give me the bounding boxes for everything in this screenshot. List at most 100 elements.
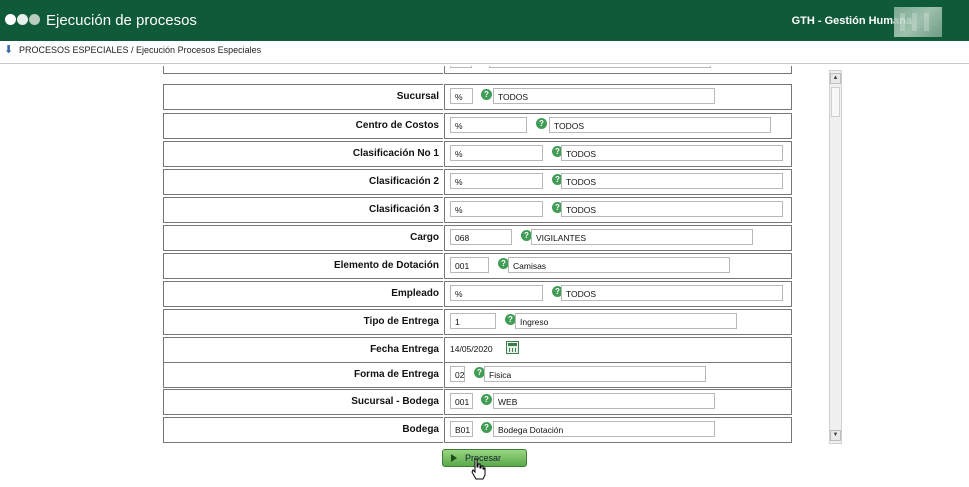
form-row: Bodega B01? Bodega Dotación <box>163 417 793 443</box>
code-input[interactable]: 001 <box>450 393 473 409</box>
field-value-cell: %? TODOS <box>444 113 792 139</box>
app-header: Ejecución de procesos GTH - Gestión Huma… <box>0 0 969 41</box>
field-value-cell: %? TODOS <box>444 169 792 195</box>
help-icon[interactable]: ? <box>481 422 492 433</box>
field-label: Bodega <box>402 424 439 435</box>
field-value-cell: B01? Bodega Dotación <box>444 417 792 443</box>
field-value-cell: %? TODOS <box>444 84 792 110</box>
help-icon[interactable]: ? <box>536 118 547 129</box>
help-icon[interactable]: ? <box>481 394 492 405</box>
field-label: Tipo de Entrega <box>363 316 439 327</box>
form-row: Cargo 068? VIGILANTES <box>163 225 793 251</box>
code-input[interactable]: 068 <box>450 229 512 245</box>
help-icon[interactable]: ? <box>481 89 492 100</box>
code-input[interactable]: % <box>450 201 543 217</box>
play-icon <box>451 454 457 462</box>
field-value-cell: 001? WEB <box>444 389 792 415</box>
field-label-cell: Fecha Entrega <box>163 337 443 363</box>
field-value-cell: 02? Fisica <box>444 362 792 388</box>
description-input[interactable]: Fisica <box>484 366 706 382</box>
description-input[interactable]: Ingreso <box>515 313 737 329</box>
code-input[interactable]: 001 <box>450 257 489 273</box>
scroll-down-icon[interactable]: ▼ <box>830 430 841 441</box>
scroll-up-icon[interactable]: ▲ <box>830 73 841 84</box>
field-label-cell: Clasificación No 1 <box>163 141 443 167</box>
form-row: Clasificación 2 %? TODOS <box>163 169 793 195</box>
process-form: Sucursal%? TODOS Centro de Costos%? TODOS Cl… <box>163 66 793 444</box>
code-input[interactable]: 1 <box>450 313 496 329</box>
field-label: Forma de Entrega <box>353 369 439 380</box>
description-input[interactable]: TODOS <box>561 145 783 161</box>
scrollbar-thumb[interactable] <box>831 87 840 117</box>
description-input[interactable]: TODOS <box>561 201 783 217</box>
window-dots <box>5 14 41 28</box>
field-label-cell: Tipo de Entrega <box>163 309 443 335</box>
field-value-cell: 1? Ingreso <box>444 309 792 335</box>
field-label-cell: Clasificación 3 <box>163 197 443 223</box>
field-label: Sucursal - Bodega <box>351 396 439 407</box>
code-input[interactable]: % <box>450 117 527 133</box>
description-input[interactable]: Camisas <box>508 257 730 273</box>
field-label-cell: Sucursal <box>163 84 443 110</box>
description-input[interactable]: TODOS <box>549 117 771 133</box>
date-input[interactable]: 14/05/2020 <box>450 344 493 354</box>
field-label: Clasificación 2 <box>368 176 439 187</box>
form-row: Clasificación No 1 %? TODOS <box>163 141 793 167</box>
form-row: Elemento de Dotación 001? Camisas <box>163 253 793 279</box>
description-input[interactable]: WEB <box>493 393 715 409</box>
field-label: Clasificación No 1 <box>352 148 439 159</box>
field-label-cell: Cargo <box>163 225 443 251</box>
hand-cursor-icon <box>471 458 486 480</box>
form-row: Empleado %? TODOS <box>163 281 793 307</box>
field-label: Sucursal <box>396 91 439 102</box>
form-row: Sucursal%? TODOS <box>163 84 793 110</box>
description-input[interactable]: TODOS <box>493 88 715 104</box>
field-label: Clasificación 3 <box>368 204 439 215</box>
field-label: Fecha Entrega <box>370 344 439 355</box>
form-row: Tipo de Entrega 1? Ingreso <box>163 309 793 335</box>
breadcrumb: ⬇ PROCESOS ESPECIALES / Ejecución Proces… <box>0 41 969 64</box>
form-row: Centro de Costos%? TODOS <box>163 113 793 139</box>
form-row-hidden <box>163 66 793 74</box>
dot-icon <box>29 14 40 25</box>
form-row: Forma de Entrega 02? Fisica <box>163 362 793 388</box>
dot-icon <box>5 14 16 25</box>
code-input[interactable]: % <box>450 88 473 104</box>
code-input[interactable]: % <box>450 285 543 301</box>
field-value-cell: 001? Camisas <box>444 253 792 279</box>
form-row: Sucursal - Bodega 001? WEB <box>163 389 793 415</box>
description-input[interactable]: VIGILANTES <box>531 229 753 245</box>
code-input[interactable]: % <box>450 173 543 189</box>
scrollbar[interactable]: ▲ ▼ <box>829 70 842 444</box>
field-label: Empleado <box>391 288 439 299</box>
field-label-cell: Sucursal - Bodega <box>163 389 443 415</box>
code-input[interactable]: B01 <box>450 421 473 437</box>
calendar-icon[interactable] <box>506 341 519 354</box>
field-label-cell: Forma de Entrega <box>163 362 443 388</box>
field-value-cell: %? TODOS <box>444 141 792 167</box>
field-value-cell: %? TODOS <box>444 281 792 307</box>
breadcrumb-text: PROCESOS ESPECIALES / Ejecución Procesos… <box>19 45 262 55</box>
dot-icon <box>17 14 28 25</box>
field-label-cell: Empleado <box>163 281 443 307</box>
brand-logo <box>894 7 942 37</box>
field-label-cell: Bodega <box>163 417 443 443</box>
field-label: Elemento de Dotación <box>333 260 439 271</box>
field-label: Centro de Costos <box>355 120 439 131</box>
field-value-cell: %? TODOS <box>444 197 792 223</box>
field-label-cell: Elemento de Dotación <box>163 253 443 279</box>
field-label: Cargo <box>410 232 439 243</box>
form-row: Fecha Entrega 14/05/2020 <box>163 337 793 363</box>
form-row: Clasificación 3 %? TODOS <box>163 197 793 223</box>
down-arrow-icon[interactable]: ⬇ <box>4 43 13 56</box>
description-input[interactable]: TODOS <box>561 173 783 189</box>
description-input[interactable]: TODOS <box>561 285 783 301</box>
field-label-cell: Centro de Costos <box>163 113 443 139</box>
code-input[interactable]: % <box>450 145 543 161</box>
code-input[interactable]: 02 <box>450 366 465 382</box>
page-title: Ejecución de procesos <box>46 12 197 29</box>
field-value-cell: 14/05/2020 <box>444 337 792 363</box>
description-input[interactable]: Bodega Dotación <box>493 421 715 437</box>
field-label-cell: Clasificación 2 <box>163 169 443 195</box>
field-value-cell: 068? VIGILANTES <box>444 225 792 251</box>
